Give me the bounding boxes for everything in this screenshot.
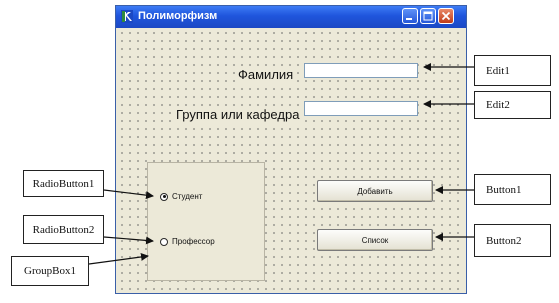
arrow-radiobutton1 <box>103 189 154 200</box>
callout-arrows <box>88 63 474 265</box>
arrow-groupbox1 <box>88 252 149 265</box>
arrow-radiobutton2 <box>103 236 154 245</box>
